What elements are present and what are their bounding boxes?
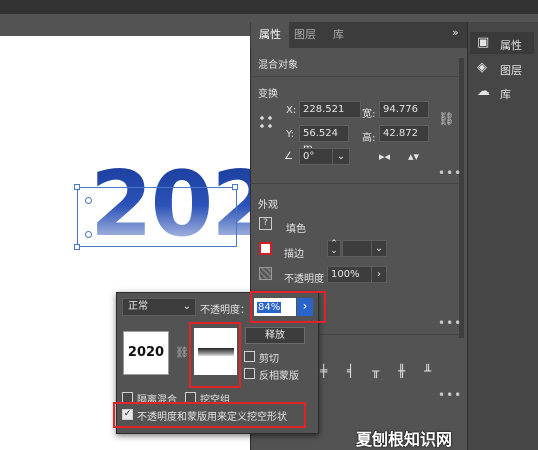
stroke-label: 描边 (284, 249, 304, 260)
rotate-icon: ∠ (284, 151, 293, 162)
layers-icon: ◈ (477, 60, 487, 75)
mask-link-icon[interactable]: ⛓ (175, 346, 189, 359)
flip-vertical-icon[interactable]: ▴▾ (408, 150, 419, 163)
align-horizontal-center-icon[interactable]: ╪ (320, 364, 327, 378)
transform-more-options[interactable]: ••• (438, 166, 462, 180)
invert-mask-label: 反相蒙版 (259, 371, 299, 382)
y-label: Y: (286, 129, 295, 140)
w-input[interactable]: 94.776 m (379, 101, 429, 118)
control-bar (0, 14, 250, 36)
transform-title: 变换 (258, 89, 278, 100)
divider (250, 183, 460, 184)
invert-mask-checkbox[interactable] (244, 368, 255, 379)
selection-handle[interactable] (74, 184, 80, 190)
blend-mode-value: 正常 (128, 301, 148, 312)
fill-swatch-icon[interactable]: ? (259, 217, 272, 230)
constrain-proportions-icon[interactable]: ⛓ (438, 112, 455, 127)
angle-input[interactable]: 0° (299, 148, 333, 165)
selection-bounding-box[interactable] (77, 187, 237, 247)
flip-horizontal-icon[interactable]: ▸◂ (379, 150, 390, 163)
x-input[interactable]: 228.521 (299, 101, 361, 118)
clip-checkbox[interactable] (244, 351, 255, 362)
x-label: X: (286, 105, 297, 116)
align-vertical-center-icon[interactable]: ╫ (398, 364, 405, 378)
anchor-point[interactable] (85, 231, 92, 238)
panel-collapse-icon[interactable]: » (452, 26, 459, 39)
side-dock-label-layers[interactable]: 图层 (500, 62, 522, 78)
reference-point-icon[interactable] (258, 114, 274, 130)
align-right-icon[interactable]: ╡ (347, 364, 354, 378)
clip-label: 剪切 (259, 354, 279, 365)
artwork-thumbnail[interactable]: 2020 (123, 331, 169, 375)
align-more-options[interactable]: ••• (438, 388, 462, 402)
align-bottom-icon[interactable]: ╨ (424, 364, 431, 378)
panel-opacity-label: 不透明度 (284, 274, 324, 285)
divider (250, 76, 460, 77)
object-type-label: 混合对象 (258, 60, 298, 71)
libraries-icon: ☁ (477, 84, 490, 99)
chevron-down-icon: ⌄ (182, 301, 191, 312)
popup-opacity-label: 不透明度： (200, 305, 250, 316)
side-dock-label-libraries[interactable]: 库 (500, 86, 511, 102)
stroke-weight-stepper[interactable]: ⌃ ⌄ (327, 240, 341, 257)
appearance-title: 外观 (258, 200, 278, 211)
h-label: 高: (362, 133, 376, 144)
watermark-text: 夏刨根知识网 (356, 430, 453, 449)
side-dock-label-properties: 属性 (500, 39, 522, 52)
fill-label: 填色 (286, 224, 306, 235)
anchor-point[interactable] (85, 197, 92, 204)
highlight-opacity-box (250, 291, 326, 323)
selection-handle[interactable] (232, 184, 238, 190)
app-top-bar (0, 0, 538, 14)
w-label: 宽: (362, 109, 376, 120)
tab-layers[interactable]: 图层 (294, 22, 316, 48)
properties-icon: ▣ (477, 35, 490, 50)
angle-dropdown[interactable]: ⌄ (332, 148, 350, 165)
panel-opacity-arrow[interactable]: › (371, 266, 387, 283)
align-top-icon[interactable]: ╥ (372, 364, 379, 378)
appearance-more-options[interactable]: ••• (438, 316, 462, 330)
release-button[interactable]: 释放 (245, 327, 305, 344)
y-input[interactable]: 56.524 m (299, 125, 349, 154)
stroke-swatch-icon[interactable] (259, 242, 272, 255)
tab-properties[interactable]: 属性 (251, 22, 289, 48)
h-input[interactable]: 42.872 m (379, 125, 429, 142)
opacity-swatch-icon[interactable] (259, 267, 272, 280)
tab-libraries[interactable]: 库 (333, 22, 344, 48)
blend-mode-select[interactable]: 正常 ⌄ (122, 298, 196, 316)
highlight-define-knockout-box (113, 402, 306, 428)
highlight-mask-box (189, 322, 241, 388)
panel-scrollbar[interactable] (459, 58, 464, 338)
panel-opacity-input[interactable]: 100% (327, 266, 372, 283)
stroke-weight-input[interactable] (342, 240, 372, 257)
selection-handle[interactable] (74, 244, 80, 250)
stroke-weight-dropdown[interactable]: ⌄ (371, 240, 387, 257)
